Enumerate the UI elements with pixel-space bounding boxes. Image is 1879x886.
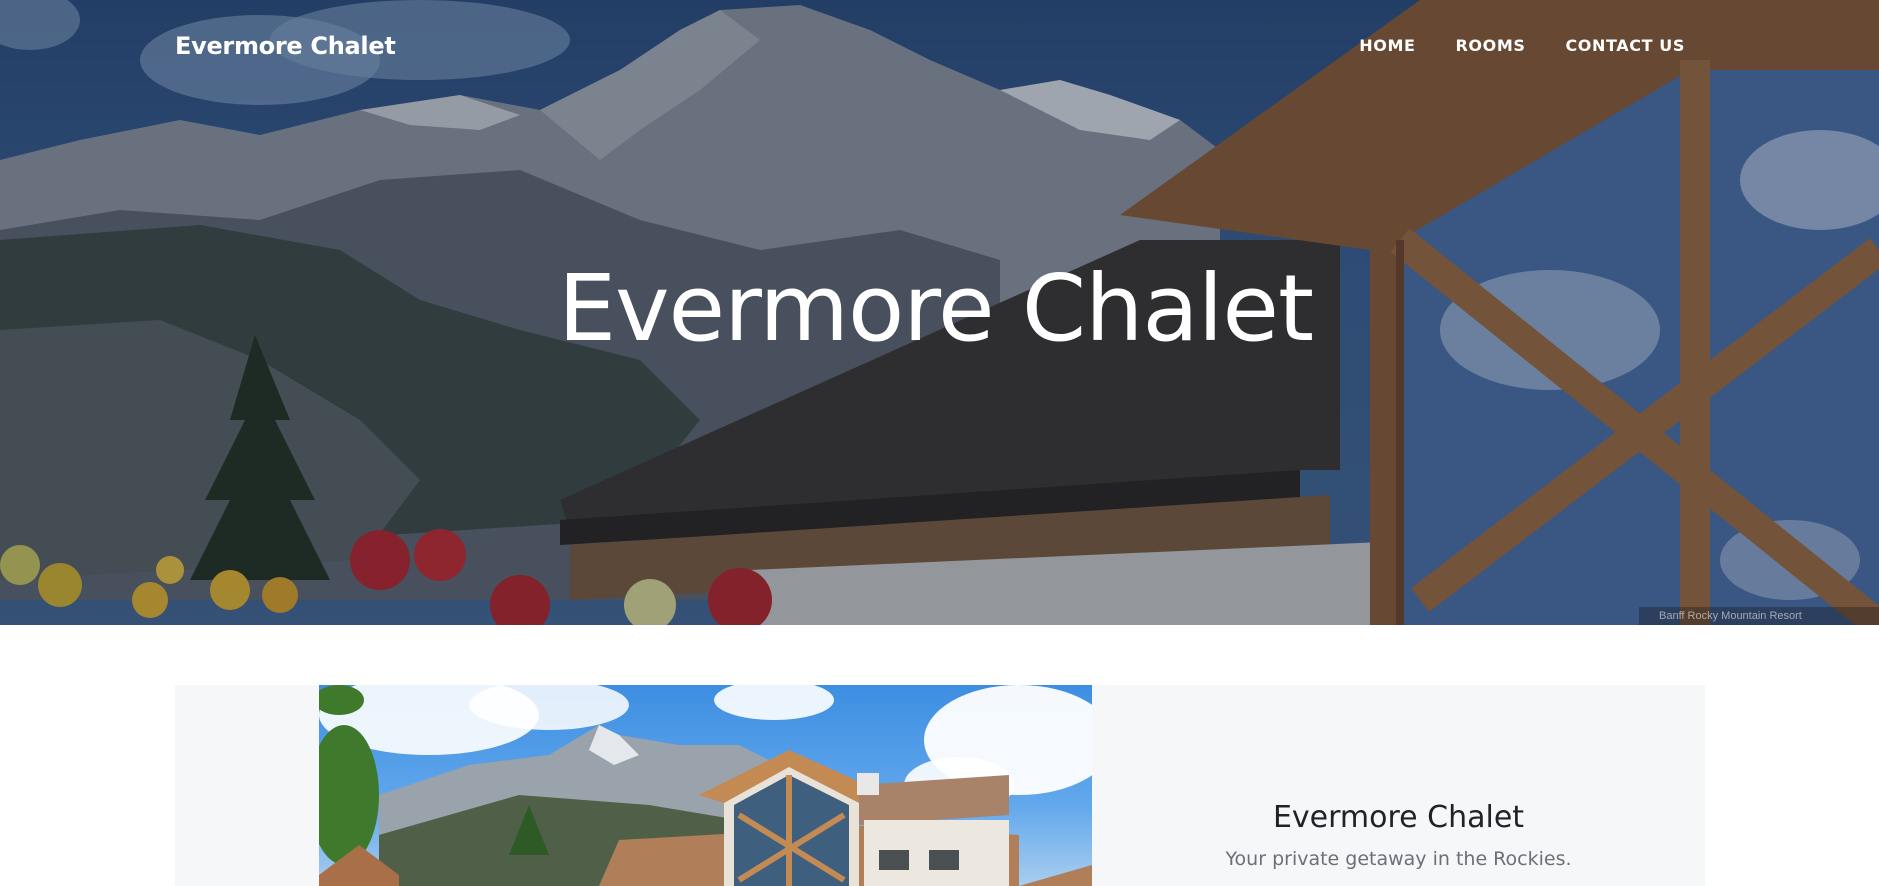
intro-feature-panel: Evermore Chalet Your private getaway in … <box>175 685 1705 886</box>
intro-title: Evermore Chalet <box>1272 800 1525 835</box>
chalet-exterior-image <box>319 685 1092 886</box>
hero-banner: Evermore Chalet HOME ROOMS CONTACT US Ev… <box>0 0 1879 625</box>
intro-text-block: Evermore Chalet Your private getaway in … <box>1092 685 1705 886</box>
nav-link-contact-us[interactable]: CONTACT US <box>1565 36 1685 55</box>
nav-links: HOME ROOMS CONTACT US <box>1359 36 1685 55</box>
intro-subtitle: Your private getaway in the Rockies. <box>1225 848 1572 870</box>
image-credit: Banff Rocky Mountain Resort <box>1639 607 1879 625</box>
hero-title: Evermore Chalet <box>0 255 1879 362</box>
nav-link-rooms[interactable]: ROOMS <box>1456 36 1526 55</box>
nav-link-home[interactable]: HOME <box>1359 36 1415 55</box>
brand-logo-link[interactable]: Evermore Chalet <box>175 32 396 60</box>
chalet-exterior-photo <box>319 685 1092 886</box>
hero-title-text: Evermore Chalet <box>557 255 1314 362</box>
top-navbar: Evermore Chalet HOME ROOMS CONTACT US <box>0 0 1879 95</box>
